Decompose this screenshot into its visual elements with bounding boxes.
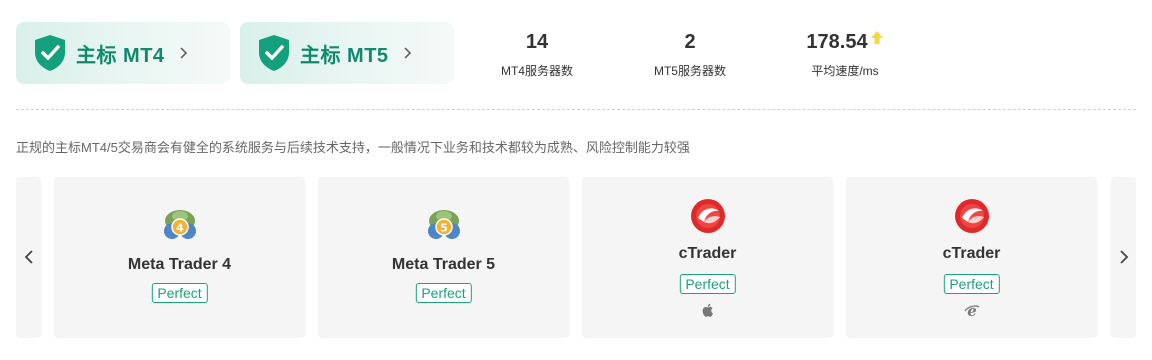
platform-card-ctrader-web[interactable]: cTrader Perfect e xyxy=(846,177,1097,338)
license-label: 主标 MT4 xyxy=(76,44,165,67)
divider xyxy=(16,109,1136,110)
compatibility-badge: Perfect xyxy=(151,283,208,303)
stat-value: 178.54 xyxy=(806,31,868,53)
stat-caption: MT4服务器数 xyxy=(500,64,573,78)
shield-check-icon xyxy=(35,35,65,71)
chevron-right-icon xyxy=(180,47,187,59)
license-card-mt5[interactable]: 主标 MT5 xyxy=(240,22,454,84)
stat-caption: 平均速度/ms xyxy=(811,64,879,78)
compatibility-badge: Perfect xyxy=(679,274,736,294)
svg-text:e: e xyxy=(967,302,977,318)
license-card-mt4[interactable]: 主标 MT4 xyxy=(16,22,230,84)
platform-card-mt4[interactable]: 4 Meta Trader 4 Perfect xyxy=(54,177,305,338)
internet-explorer-icon: e xyxy=(963,302,979,318)
chevron-right-icon xyxy=(404,47,411,59)
platform-card-mt5[interactable]: 5 Meta Trader 5 Perfect xyxy=(318,177,569,338)
description-text: 正规的主标MT4/5交易商会有健全的系统服务与后续技术支持，一般情况下业务和技术… xyxy=(16,140,690,155)
ctrader-icon xyxy=(954,199,989,233)
metatrader5-icon: 5 xyxy=(427,210,460,239)
chevron-right-icon[interactable] xyxy=(1118,248,1130,266)
stat-average-speed: 178.54 平均速度/ms xyxy=(790,30,900,79)
chevron-left-icon[interactable] xyxy=(23,248,35,266)
svg-text:4: 4 xyxy=(176,222,184,235)
arrow-up-icon xyxy=(870,31,883,44)
stat-value: 14 xyxy=(525,31,549,53)
license-label: 主标 MT5 xyxy=(300,44,389,67)
platform-name: Meta Trader 4 xyxy=(127,256,232,273)
ctrader-icon xyxy=(690,199,725,233)
stat-mt4-servers: 14 MT4服务器数 xyxy=(488,30,586,79)
metatrader4-icon: 4 xyxy=(163,210,196,239)
svg-text:5: 5 xyxy=(440,222,448,235)
shield-check-icon xyxy=(259,35,289,71)
compatibility-badge: Perfect xyxy=(943,274,1000,294)
compatibility-badge: Perfect xyxy=(415,283,472,303)
platform-name: cTrader xyxy=(942,245,1001,262)
stat-mt5-servers: 2 MT5服务器数 xyxy=(641,30,739,79)
apple-icon xyxy=(702,303,713,317)
platform-name: cTrader xyxy=(678,245,737,262)
stat-value: 2 xyxy=(684,31,696,53)
platform-card-ctrader-mac[interactable]: cTrader Perfect xyxy=(582,177,833,338)
platform-name: Meta Trader 5 xyxy=(391,256,496,273)
stat-caption: MT5服务器数 xyxy=(653,64,726,78)
